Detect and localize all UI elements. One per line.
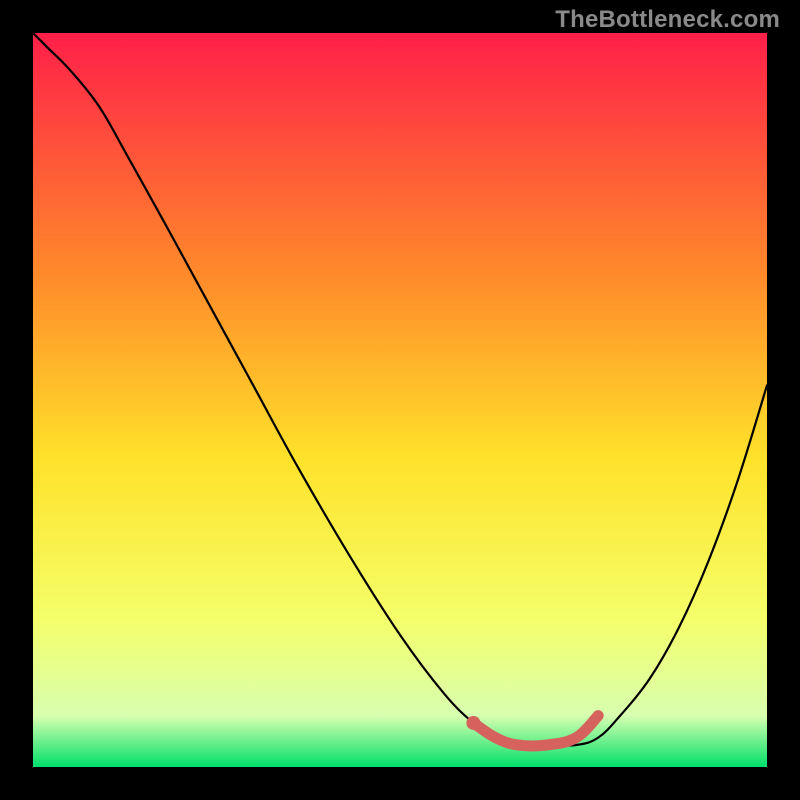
- marker-dot: [466, 716, 480, 730]
- chart-frame: TheBottleneck.com: [0, 0, 800, 800]
- bottleneck-chart: [33, 33, 767, 767]
- gradient-background: [33, 33, 767, 767]
- watermark-label: TheBottleneck.com: [555, 6, 780, 34]
